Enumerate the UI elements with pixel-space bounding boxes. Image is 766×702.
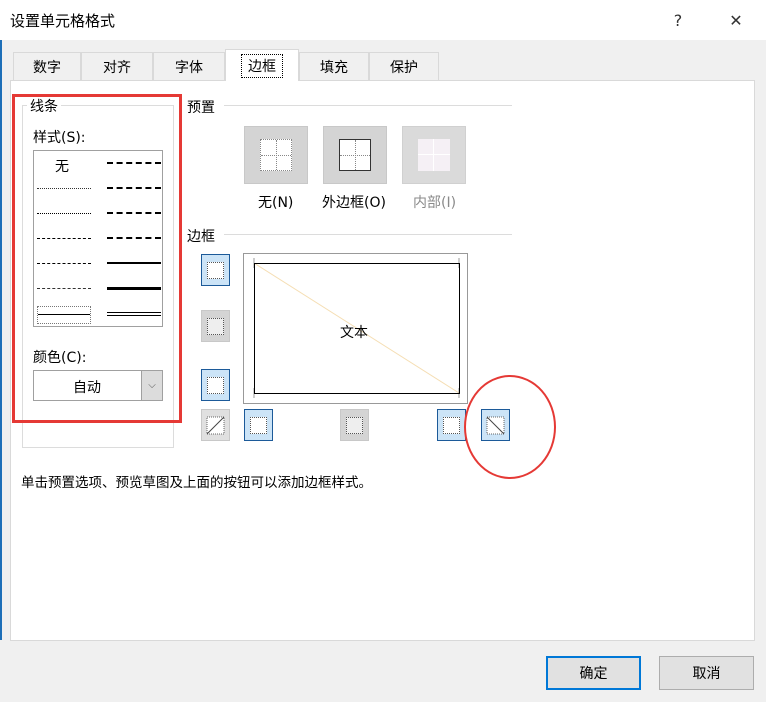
tab-label: 数字 xyxy=(33,59,61,76)
divider xyxy=(224,105,512,106)
preset-inside-button[interactable] xyxy=(402,126,466,184)
border-right-button[interactable] xyxy=(437,409,466,441)
border-right-icon xyxy=(443,416,460,434)
close-button[interactable]: ✕ xyxy=(716,4,756,36)
grid-none-icon xyxy=(260,139,292,171)
tab-border[interactable]: 边框 xyxy=(225,49,299,81)
border-inside-vertical-button[interactable] xyxy=(340,409,369,441)
border-label: 边框 xyxy=(187,229,215,245)
tab-label: 填充 xyxy=(320,59,348,76)
preset-inside-label: 内部(I) xyxy=(413,195,457,211)
tab-number[interactable]: 数字 xyxy=(13,52,81,80)
diagonal-up-icon xyxy=(206,416,225,434)
cancel-button[interactable]: 取消 xyxy=(659,656,754,690)
preview-text: 文本 xyxy=(340,325,368,341)
border-left-icon xyxy=(250,416,267,434)
tab-font[interactable]: 字体 xyxy=(153,52,225,80)
tab-label: 边框 xyxy=(241,53,283,78)
grid-inside-icon xyxy=(418,139,450,171)
preset-none-button[interactable] xyxy=(244,126,308,184)
ok-button[interactable]: 确定 xyxy=(546,656,641,690)
border-preview[interactable]: 文本 xyxy=(243,253,468,404)
tab-fill[interactable]: 填充 xyxy=(299,52,369,80)
border-left-button[interactable] xyxy=(244,409,273,441)
tab-protection[interactable]: 保护 xyxy=(369,52,439,80)
divider xyxy=(224,234,512,235)
title-bar: 设置单元格格式 ? ✕ xyxy=(0,0,766,40)
help-button[interactable]: ? xyxy=(658,4,698,36)
annotation-rectangle xyxy=(12,94,182,423)
tab-label: 对齐 xyxy=(103,59,131,76)
border-inside-horizontal-button[interactable] xyxy=(201,310,230,342)
annotation-circle xyxy=(464,375,556,479)
preset-none-label: 无(N) xyxy=(258,195,294,211)
grid-outline-icon xyxy=(339,139,371,171)
border-bottom-button[interactable] xyxy=(201,369,230,401)
tab-label: 字体 xyxy=(175,59,203,76)
presets-label: 预置 xyxy=(187,100,215,116)
preset-outline-button[interactable] xyxy=(323,126,387,184)
hint-text: 单击预置选项、预览草图及上面的按钮可以添加边框样式。 xyxy=(21,475,372,491)
tab-alignment[interactable]: 对齐 xyxy=(81,52,153,80)
preset-outline-label: 外边框(O) xyxy=(322,195,386,211)
border-bottom-icon xyxy=(207,376,224,394)
border-top-icon xyxy=(207,261,224,279)
dialog-title: 设置单元格格式 xyxy=(10,12,116,30)
border-top-button[interactable] xyxy=(201,254,230,286)
background-edge xyxy=(0,40,2,640)
tab-label: 保护 xyxy=(390,59,418,76)
border-inside-horizontal-icon xyxy=(207,317,224,335)
border-inside-vertical-icon xyxy=(346,416,363,434)
border-diagonal-up-button[interactable] xyxy=(201,409,230,441)
